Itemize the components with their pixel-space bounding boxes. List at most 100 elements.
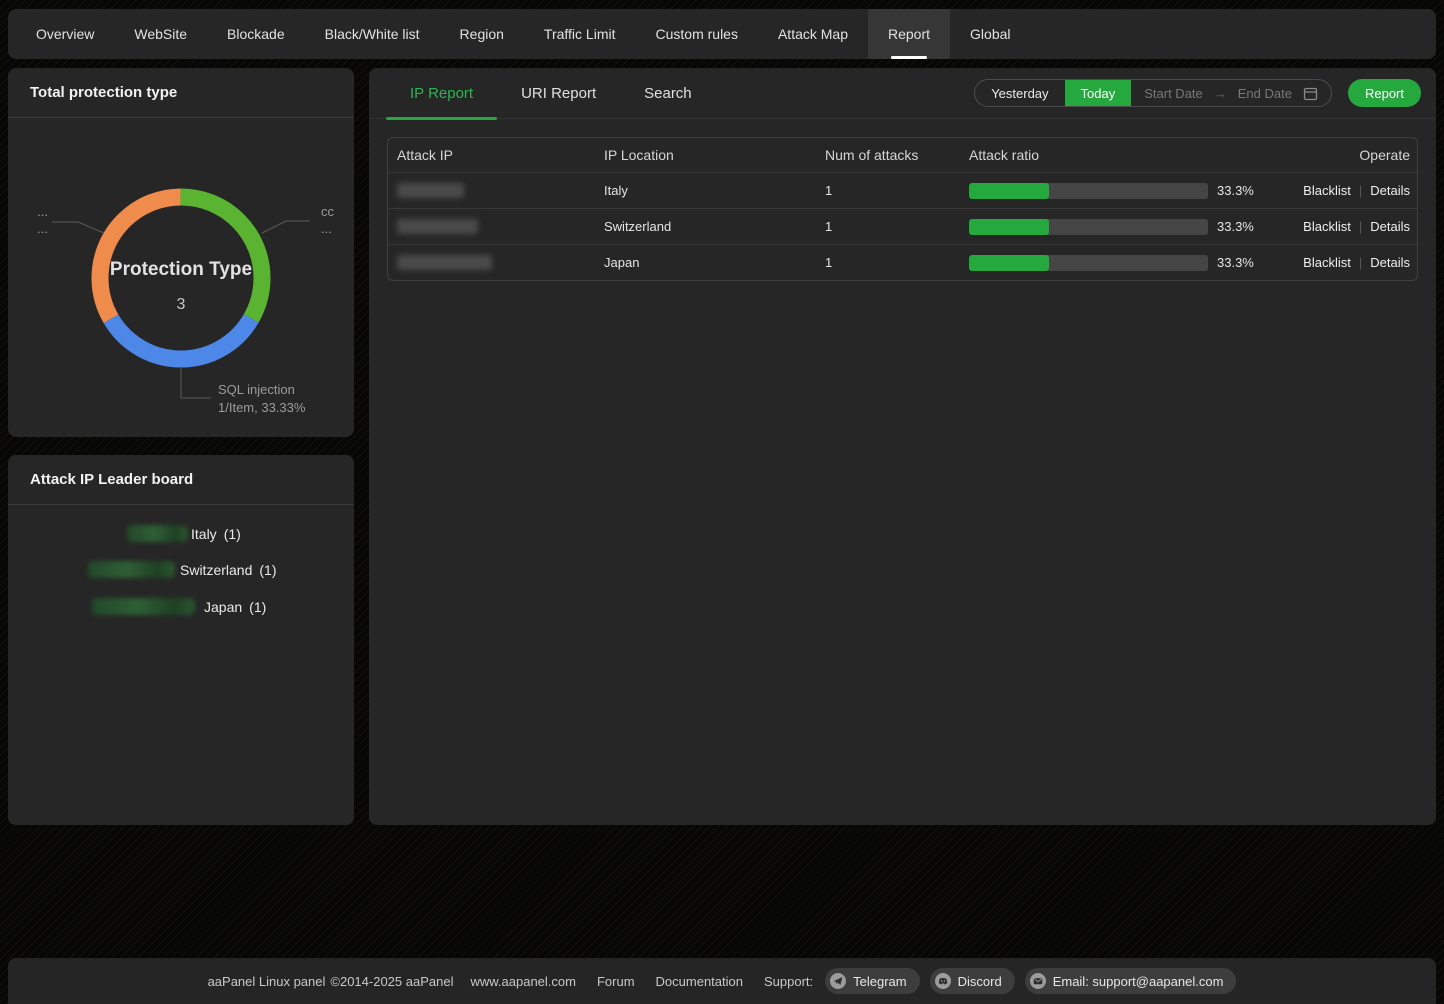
discord-label: Discord (958, 974, 1002, 989)
leaderboard-count: (1) (259, 562, 276, 578)
telegram-icon (830, 973, 846, 989)
nav-item-blockade[interactable]: Blockade (207, 9, 305, 59)
card-title-attack-ip-leaderboard: Attack IP Leader board (8, 455, 354, 505)
cell-ip-location: Switzerland (604, 219, 825, 234)
discord-button[interactable]: Discord (930, 968, 1015, 994)
leaderboard-country: Italy (191, 526, 217, 542)
details-link[interactable]: Details (1370, 255, 1410, 270)
redacted-ip-bar (92, 598, 195, 615)
attack-ratio-label: 33.3% (1217, 255, 1254, 270)
attack-ratio-fill (969, 219, 1049, 235)
telegram-button[interactable]: Telegram (825, 968, 919, 994)
redacted-ip-bar (88, 561, 175, 578)
nav-item-website[interactable]: WebSite (114, 9, 207, 59)
attack-ratio-fill (969, 255, 1049, 271)
leaderboard-country: Japan (204, 599, 242, 615)
col-header-ip-location: IP Location (604, 147, 825, 163)
table-row: Switzerland 1 33.3% Blacklist | Details (388, 208, 1417, 244)
nav-item-region[interactable]: Region (440, 9, 524, 59)
col-header-attack-ip: Attack IP (388, 147, 604, 163)
redacted-attack-ip (397, 219, 478, 234)
donut-leader-line-right (262, 221, 310, 233)
leaderboard-count: (1) (249, 599, 266, 615)
leaderboard-row: Italy (1) (8, 516, 354, 552)
table-row: Japan 1 33.3% Blacklist | Details (388, 244, 1417, 280)
report-controls: Yesterday Today Start Date → End Date Re… (974, 79, 1421, 107)
nav-item-custom-rules[interactable]: Custom rules (636, 9, 758, 59)
table-row: Italy 1 33.3% Blacklist | Details (388, 172, 1417, 208)
email-icon (1030, 973, 1046, 989)
discord-icon (935, 973, 951, 989)
cell-num-of-attacks: 1 (825, 183, 969, 198)
donut-label-bottom-name: SQL injection (218, 382, 295, 397)
table-header-row: Attack IP IP Location Num of attacks Att… (388, 138, 1417, 172)
nav-item-global[interactable]: Global (950, 9, 1030, 59)
redacted-attack-ip (397, 255, 492, 270)
cell-num-of-attacks: 1 (825, 255, 969, 270)
action-divider: | (1359, 183, 1362, 198)
report-panel: IP Report URI Report Search Yesterday To… (369, 68, 1436, 825)
footer-forum-link[interactable]: Forum (597, 974, 635, 989)
attack-ratio-label: 33.3% (1217, 183, 1254, 198)
action-divider: | (1359, 219, 1362, 234)
email-label: Email: support@aapanel.com (1053, 974, 1224, 989)
yesterday-button[interactable]: Yesterday (975, 79, 1064, 107)
footer-support-label: Support: (764, 974, 813, 989)
donut-label-right-name: cc (321, 204, 335, 219)
tab-uri-report[interactable]: URI Report (497, 68, 620, 119)
card-title-total-protection-type: Total protection type (8, 68, 354, 118)
blacklist-link[interactable]: Blacklist (1303, 183, 1351, 198)
tab-search[interactable]: Search (620, 68, 716, 119)
footer: aaPanel Linux panel ©2014-2025 aaPanel w… (8, 958, 1436, 1004)
telegram-label: Telegram (853, 974, 906, 989)
action-divider: | (1359, 255, 1362, 270)
leaderboard-row: Japan (1) (8, 589, 354, 625)
start-date-placeholder[interactable]: Start Date (1144, 86, 1203, 101)
footer-documentation-link[interactable]: Documentation (656, 974, 743, 989)
leaderboard-count: (1) (224, 526, 241, 542)
end-date-placeholder[interactable]: End Date (1238, 86, 1292, 101)
col-header-num-of-attacks: Num of attacks (825, 147, 969, 163)
blacklist-link[interactable]: Blacklist (1303, 219, 1351, 234)
leaderboard-row: Switzerland (1) (8, 552, 354, 588)
report-button[interactable]: Report (1348, 79, 1421, 107)
calendar-icon[interactable] (1303, 86, 1318, 101)
nav-item-black-white-list[interactable]: Black/White list (305, 9, 440, 59)
attack-ip-table: Attack IP IP Location Num of attacks Att… (387, 137, 1418, 281)
cell-ip-location: Japan (604, 255, 825, 270)
footer-brand: aaPanel Linux panel (208, 974, 326, 989)
donut-label-bottom-value: 1/Item, 33.33% (218, 400, 306, 415)
nav-item-overview[interactable]: Overview (16, 9, 114, 59)
donut-leader-line-left (52, 222, 104, 233)
email-button[interactable]: Email: support@aapanel.com (1025, 968, 1237, 994)
col-header-operate: Operate (1269, 147, 1417, 163)
donut-center-title: Protection Type (110, 259, 252, 280)
footer-website-link[interactable]: www.aapanel.com (470, 974, 576, 989)
nav-item-attack-map[interactable]: Attack Map (758, 9, 868, 59)
date-range-picker[interactable]: Start Date → End Date (1131, 86, 1331, 101)
report-panel-header: IP Report URI Report Search Yesterday To… (369, 68, 1436, 119)
attack-ip-leaderboard-card: Attack IP Leader board Italy (1) Switzerl… (8, 455, 354, 825)
nav-item-report[interactable]: Report (868, 9, 950, 59)
cell-num-of-attacks: 1 (825, 219, 969, 234)
tab-ip-report[interactable]: IP Report (386, 68, 497, 119)
blacklist-link[interactable]: Blacklist (1303, 255, 1351, 270)
footer-copyright: ©2014-2025 aaPanel (330, 974, 453, 989)
donut-leader-line-bottom (181, 367, 211, 398)
col-header-attack-ratio: Attack ratio (969, 147, 1269, 163)
protection-type-donut-chart: ... ... cc ... SQL injection 1/Item, 33.… (8, 119, 354, 437)
total-protection-type-card: Total protection type ... ... cc ... SQL… (8, 68, 354, 437)
attack-ratio-bar (969, 219, 1208, 235)
donut-label-right-value: ... (321, 221, 332, 236)
today-button[interactable]: Today (1065, 79, 1132, 107)
arrow-right-icon: → (1214, 86, 1227, 101)
leaderboard-country: Switzerland (180, 562, 252, 578)
redacted-ip-bar (127, 525, 188, 542)
nav-item-traffic-limit[interactable]: Traffic Limit (524, 9, 636, 59)
top-nav: Overview WebSite Blockade Black/White li… (8, 9, 1436, 59)
attack-ratio-label: 33.3% (1217, 219, 1254, 234)
details-link[interactable]: Details (1370, 219, 1410, 234)
donut-center-value: 3 (177, 296, 186, 313)
details-link[interactable]: Details (1370, 183, 1410, 198)
cell-ip-location: Italy (604, 183, 825, 198)
